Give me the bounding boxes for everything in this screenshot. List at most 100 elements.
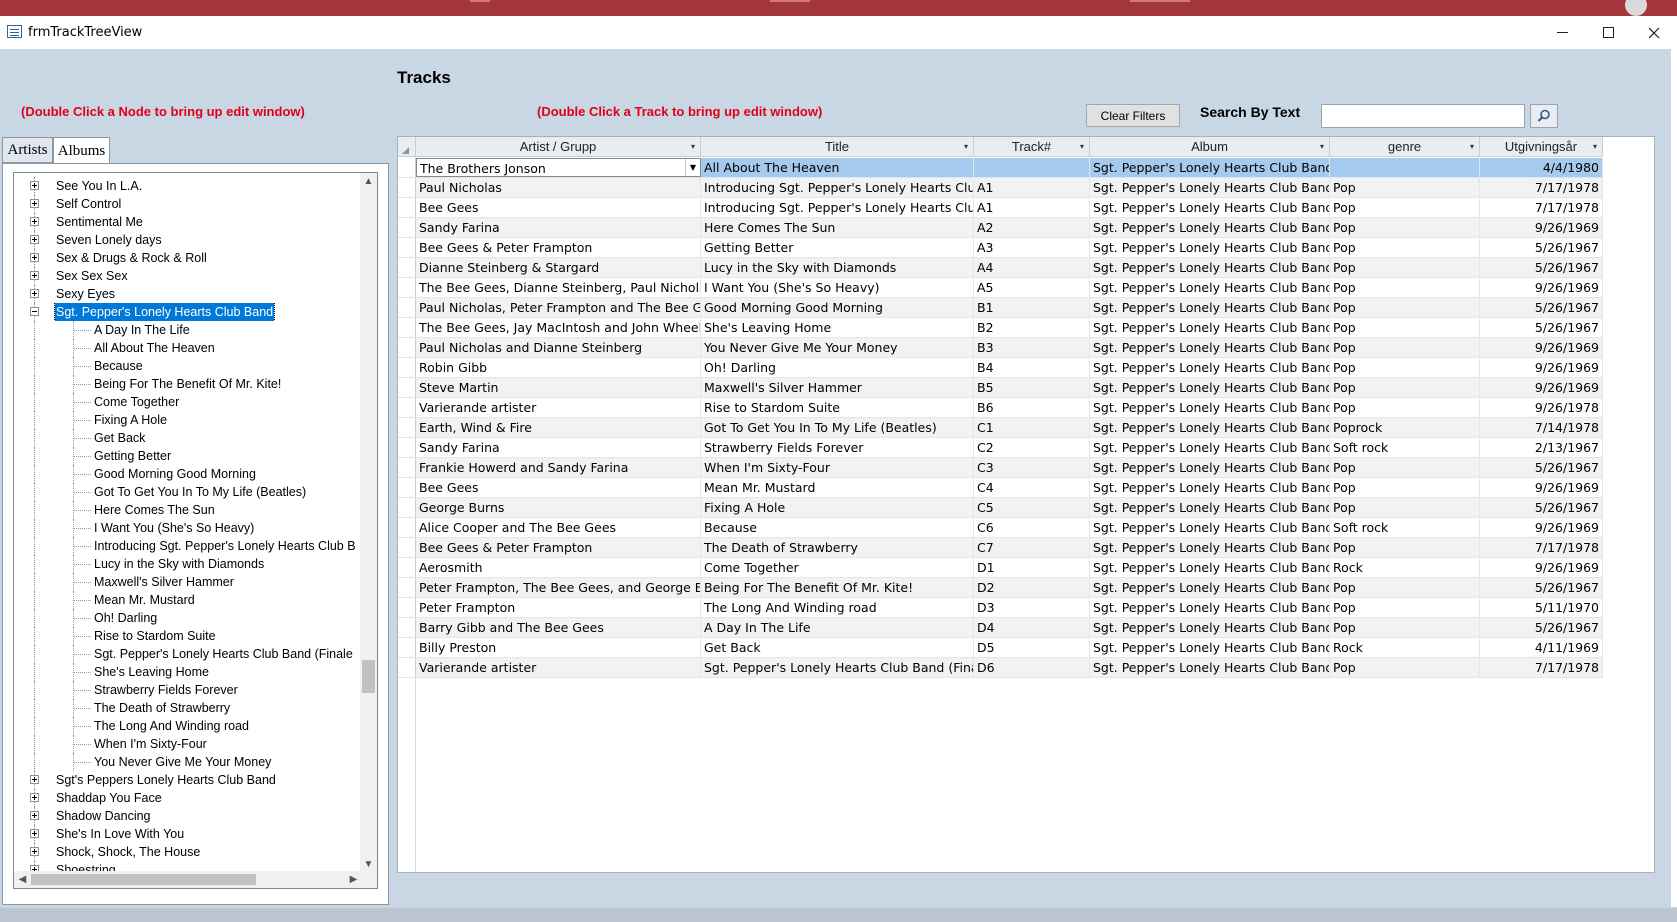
table-cell[interactable]: Here Comes The Sun: [701, 218, 974, 237]
table-cell[interactable]: Varierande artister: [416, 398, 701, 417]
tree-album-node[interactable]: Sex & Drugs & Rock & Roll: [14, 249, 359, 267]
column-filter-icon[interactable]: ▾: [1320, 137, 1324, 157]
table-cell[interactable]: Earth, Wind & Fire: [416, 418, 701, 437]
record-selector[interactable]: [398, 538, 416, 557]
table-row[interactable]: Peter Frampton, The Bee Gees, and George…: [398, 578, 1603, 598]
record-selector[interactable]: [398, 398, 416, 417]
tree-track-node[interactable]: Rise to Stardom Suite: [14, 627, 359, 645]
table-cell[interactable]: 5/26/1967: [1480, 318, 1603, 337]
column-filter-icon[interactable]: ▾: [691, 137, 695, 157]
tree-track-node[interactable]: Fixing A Hole: [14, 411, 359, 429]
table-cell[interactable]: Strawberry Fields Forever: [701, 438, 974, 457]
table-cell[interactable]: B4: [974, 358, 1090, 377]
table-cell[interactable]: Alice Cooper and The Bee Gees: [416, 518, 701, 537]
table-cell[interactable]: Because: [701, 518, 974, 537]
table-cell[interactable]: Pop: [1330, 658, 1480, 677]
table-cell[interactable]: Sgt. Pepper's Lonely Hearts Club Band: [1090, 418, 1330, 437]
column-header[interactable]: Album ▾: [1090, 137, 1330, 157]
table-cell[interactable]: Varierande artister: [416, 658, 701, 677]
table-cell[interactable]: Pop: [1330, 538, 1480, 557]
tree-track-node[interactable]: Mean Mr. Mustard: [14, 591, 359, 609]
avatar[interactable]: [1625, 0, 1647, 16]
table-cell[interactable]: Sgt. Pepper's Lonely Hearts Club Band: [1090, 278, 1330, 297]
table-cell[interactable]: D3: [974, 598, 1090, 617]
table-cell[interactable]: Sgt. Pepper's Lonely Hearts Club Band: [1090, 318, 1330, 337]
table-row[interactable]: Peter Frampton The Long And Winding road D…: [398, 598, 1603, 618]
table-cell[interactable]: Sgt. Pepper's Lonely Hearts Club Band: [1090, 658, 1330, 677]
table-cell[interactable]: Bee Gees: [416, 478, 701, 497]
table-cell[interactable]: You Never Give Me Your Money: [701, 338, 974, 357]
table-cell[interactable]: 4/11/1969: [1480, 638, 1603, 657]
plus-box-icon[interactable]: [30, 793, 39, 802]
table-cell[interactable]: Oh! Darling: [701, 358, 974, 377]
record-selector[interactable]: [398, 478, 416, 497]
tab-albums[interactable]: Albums: [53, 137, 110, 164]
column-header[interactable]: Utgivningsår ▾: [1480, 137, 1603, 157]
table-cell[interactable]: Sgt. Pepper's Lonely Hearts Club Band: [1090, 518, 1330, 537]
table-cell[interactable]: Sgt. Pepper's Lonely Hearts Club Band: [1090, 158, 1330, 177]
record-selector[interactable]: [398, 238, 416, 257]
table-cell[interactable]: A2: [974, 218, 1090, 237]
tree-album-node[interactable]: Sentimental Me: [14, 213, 359, 231]
table-row[interactable]: The Bee Gees, Dianne Steinberg, Paul Nic…: [398, 278, 1603, 298]
tree-track-node[interactable]: Maxwell's Silver Hammer: [14, 573, 359, 591]
tree-album-node[interactable]: She's In Love With You: [14, 825, 359, 843]
table-cell[interactable]: A1: [974, 198, 1090, 217]
table-cell[interactable]: 7/17/1978: [1480, 658, 1603, 677]
table-cell[interactable]: Pop: [1330, 178, 1480, 197]
table-row[interactable]: Bee Gees & Peter Frampton Getting Better A…: [398, 238, 1603, 258]
scroll-left-icon[interactable]: ◀: [14, 871, 31, 888]
tree-album-node[interactable]: Seven Lonely days: [14, 231, 359, 249]
table-cell[interactable]: Pop: [1330, 358, 1480, 377]
table-row[interactable]: Sandy Farina Strawberry Fields Forever C2 S…: [398, 438, 1603, 458]
table-cell[interactable]: The Long And Winding road: [701, 598, 974, 617]
tree-album-node[interactable]: Sex Sex Sex: [14, 267, 359, 285]
table-cell[interactable]: Pop: [1330, 598, 1480, 617]
table-row[interactable]: The Brothers Jonson ▼ All About The Heaven…: [398, 158, 1603, 178]
table-cell[interactable]: Sgt. Pepper's Lonely Hearts Club Band: [1090, 338, 1330, 357]
table-cell[interactable]: Pop: [1330, 298, 1480, 317]
table-row[interactable]: Paul Nicholas and Dianne Steinberg You Ne…: [398, 338, 1603, 358]
table-row[interactable]: Frankie Howerd and Sandy Farina When I'm …: [398, 458, 1603, 478]
close-button[interactable]: [1631, 16, 1677, 49]
table-cell[interactable]: D1: [974, 558, 1090, 577]
table-cell[interactable]: Sgt. Pepper's Lonely Hearts Club Band: [1090, 578, 1330, 597]
table-cell[interactable]: D2: [974, 578, 1090, 597]
table-cell[interactable]: 9/26/1969: [1480, 278, 1603, 297]
table-cell[interactable]: Pop: [1330, 398, 1480, 417]
table-cell[interactable]: Pop: [1330, 618, 1480, 637]
table-row[interactable]: Bee Gees & Peter Frampton The Death of St…: [398, 538, 1603, 558]
tree-album-node[interactable]: Shock, Shock, The House: [14, 843, 359, 861]
table-cell[interactable]: Pop: [1330, 458, 1480, 477]
table-cell[interactable]: Pop: [1330, 218, 1480, 237]
table-cell[interactable]: B2: [974, 318, 1090, 337]
record-selector[interactable]: [398, 518, 416, 537]
table-cell[interactable]: Sgt. Pepper's Lonely Hearts Club Band: [1090, 538, 1330, 557]
table-cell[interactable]: Introducing Sgt. Pepper's Lonely Hearts …: [701, 178, 974, 197]
table-cell[interactable]: Got To Get You In To My Life (Beatles): [701, 418, 974, 437]
table-cell[interactable]: C4: [974, 478, 1090, 497]
table-cell[interactable]: Poprock: [1330, 418, 1480, 437]
record-selector[interactable]: [398, 358, 416, 377]
tree-track-node[interactable]: When I'm Sixty-Four: [14, 735, 359, 753]
table-cell[interactable]: 9/26/1969: [1480, 478, 1603, 497]
tree-track-node[interactable]: Being For The Benefit Of Mr. Kite!: [14, 375, 359, 393]
tree-album-node[interactable]: Sgt's Peppers Lonely Hearts Club Band: [14, 771, 359, 789]
table-cell[interactable]: Sgt. Pepper's Lonely Hearts Club Band: [1090, 438, 1330, 457]
table-cell[interactable]: B5: [974, 378, 1090, 397]
tree-horizontal-scrollbar[interactable]: ◀ ▶: [14, 871, 362, 888]
column-filter-icon[interactable]: ▾: [1080, 137, 1084, 157]
table-cell[interactable]: Come Together: [701, 558, 974, 577]
table-row[interactable]: Aerosmith Come Together D1 Sgt. Pepper's Lo…: [398, 558, 1603, 578]
table-cell[interactable]: Pop: [1330, 318, 1480, 337]
table-cell[interactable]: Bee Gees & Peter Frampton: [416, 238, 701, 257]
table-cell[interactable]: D5: [974, 638, 1090, 657]
table-cell[interactable]: Rise to Stardom Suite: [701, 398, 974, 417]
table-cell[interactable]: I Want You (She's So Heavy): [701, 278, 974, 297]
plus-box-icon[interactable]: [30, 811, 39, 820]
table-cell[interactable]: Sgt. Pepper's Lonely Hearts Club Band: [1090, 598, 1330, 617]
record-selector[interactable]: [398, 258, 416, 277]
table-cell[interactable]: A Day In The Life: [701, 618, 974, 637]
chevron-down-icon[interactable]: ▼: [685, 159, 700, 176]
table-cell[interactable]: Pop: [1330, 378, 1480, 397]
